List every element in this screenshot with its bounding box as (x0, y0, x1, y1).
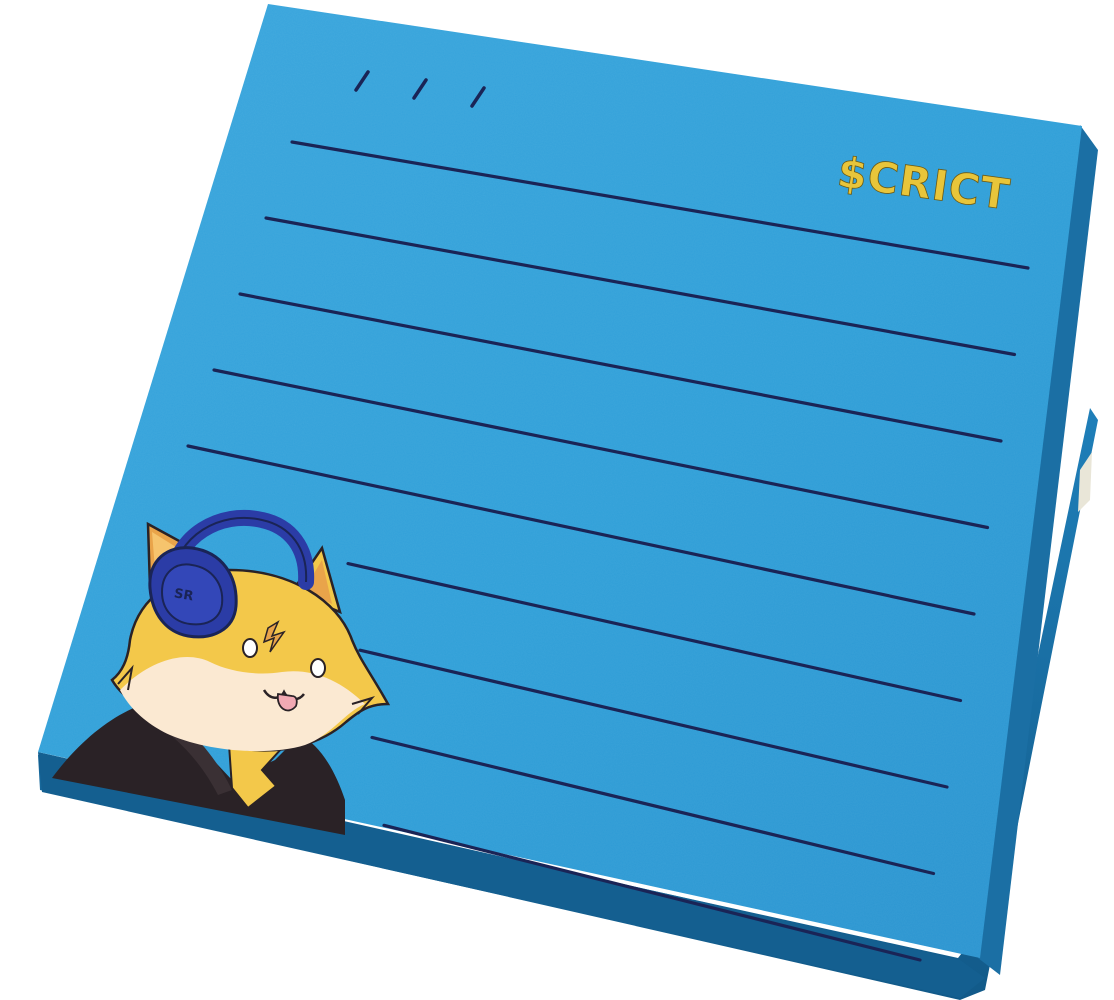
mascot-tongue (276, 692, 298, 712)
mascot-left-eye (242, 638, 258, 658)
mascot-right-eye (310, 658, 326, 678)
sticky-note-pad: $CRICT SR (38, 4, 1098, 1000)
sticky-note-pad-photo: $CRICT SR (0, 0, 1114, 1000)
